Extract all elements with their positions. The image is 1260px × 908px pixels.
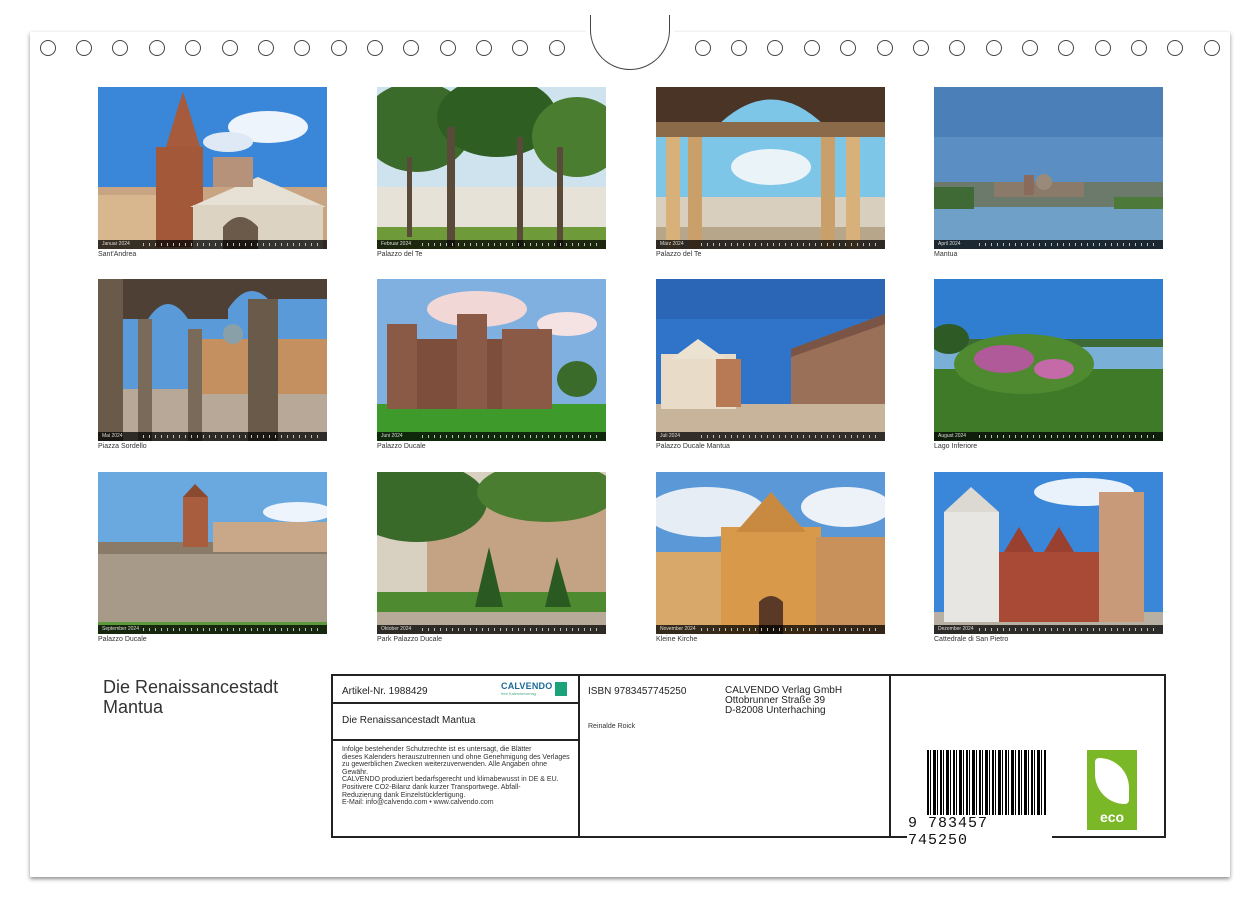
legal-line: zu gewerblichen Zwecken weiterzuverwende… [342, 761, 548, 769]
legal-line: E-Mail: info@calvendo.com • www.calvendo… [342, 799, 494, 807]
binding-hole [367, 40, 383, 56]
calvendo-logo: CALVENDO Ihre Kalenderverlag [501, 681, 567, 699]
binding-hole [1204, 40, 1220, 56]
photo-caption: Park Palazzo Ducale [377, 636, 442, 643]
legal-line: CALVENDO produziert bedarfsgerecht und k… [342, 776, 559, 784]
publisher-info-box: Artikel-Nr. 1988429 CALVENDO Ihre Kalend… [331, 674, 1166, 849]
binding-hole [913, 40, 929, 56]
photo-palazzo-ducale-arcade: September 2024 [98, 472, 327, 634]
binding-hole [40, 40, 56, 56]
author: Reinalde Roick [588, 723, 636, 730]
binding-hole [767, 40, 783, 56]
photo-palazzo-ducale-castle: Juni 2024 [377, 279, 606, 441]
photo-sant-andrea: Januar 2024 [98, 87, 327, 249]
binding-hole [877, 40, 893, 56]
binding-hole [840, 40, 856, 56]
info-title: Die Renaissancestadt Mantua [342, 715, 476, 726]
binding-hole [149, 40, 165, 56]
photo-lago-inferiore: August 2024 [934, 279, 1163, 441]
photo-caption: Palazzo Ducale [98, 636, 147, 643]
photo-caption: Piazza Sordello [98, 443, 147, 450]
legal-line: Gewähr. [342, 768, 369, 776]
photo-palazzo-del-te-trees: Februar 2024 [377, 87, 606, 249]
photo-caption: Palazzo Ducale [377, 443, 426, 450]
binding-hole [440, 40, 456, 56]
photo-kleine-kirche: November 2024 [656, 472, 885, 634]
binding-hole [258, 40, 274, 56]
binding-hole [1095, 40, 1111, 56]
isbn-barcode: 9 783457 745250 [907, 750, 1052, 849]
photo-cattedrale-san-pietro: Dezember 2024 [934, 472, 1163, 634]
photo-park-palazzo-ducale: Oktober 2024 [377, 472, 606, 634]
legal-line: Infolge bestehender Schutzrechte ist es … [342, 746, 532, 753]
legal-line: Reduzierung dank Einzelstückfertigung. [342, 791, 466, 799]
photo-caption: Palazzo del Te [377, 251, 423, 258]
photo-caption: Mantua [934, 251, 958, 258]
binding-hole [804, 40, 820, 56]
binding-hole [986, 40, 1002, 56]
binding-hole [512, 40, 528, 56]
photo-caption: Lago Inferiore [934, 443, 978, 450]
photo-piazza-sordello: Mai 2024 [98, 279, 327, 441]
binding-hole [331, 40, 347, 56]
photo-mantua-skyline: April 2024 [934, 87, 1163, 249]
photo-caption: Cattedrale di San Pietro [934, 636, 1009, 643]
binding-hole [1022, 40, 1038, 56]
publisher-address: CALVENDO Verlag GmbH Ottobrunner Straße … [725, 685, 843, 716]
binding-hole [403, 40, 419, 56]
photo-palazzo-del-te-arch: März 2024 [656, 87, 885, 249]
photo-caption: Palazzo Ducale Mantua [656, 443, 730, 450]
legal-line: dieses Kalenders herauszutrennen und ohn… [342, 753, 570, 761]
binding-hole [294, 40, 310, 56]
binding-hole [1167, 40, 1183, 56]
binding-hole [1058, 40, 1074, 56]
photo-caption: Kleine Kirche [656, 636, 698, 643]
photo-caption: Palazzo del Te [656, 251, 702, 258]
binding-hole [549, 40, 565, 56]
binding-hole [222, 40, 238, 56]
isbn: ISBN 9783457745250 [588, 686, 687, 697]
legal-line: Positivere CO2-Bilanz dank kurzer Transp… [342, 783, 521, 791]
binding-hole [731, 40, 747, 56]
calendar-title: Die Renaissancestadt Mantua [103, 677, 279, 717]
eco-leaf-icon: eco [1087, 750, 1137, 830]
binding-hole [695, 40, 711, 56]
photo-caption: Sant'Andrea [98, 251, 137, 258]
article-number: Artikel-Nr. 1988429 [342, 686, 428, 697]
binding-hole [185, 40, 201, 56]
binding-hole [476, 40, 492, 56]
binding-hole [112, 40, 128, 56]
binding-hole [1131, 40, 1147, 56]
photo-palazzo-ducale-square: Juli 2024 [656, 279, 885, 441]
binding-hole [76, 40, 92, 56]
legal-text: Infolge bestehender Schutzrechte ist es … [342, 746, 578, 807]
binding-hole [949, 40, 965, 56]
